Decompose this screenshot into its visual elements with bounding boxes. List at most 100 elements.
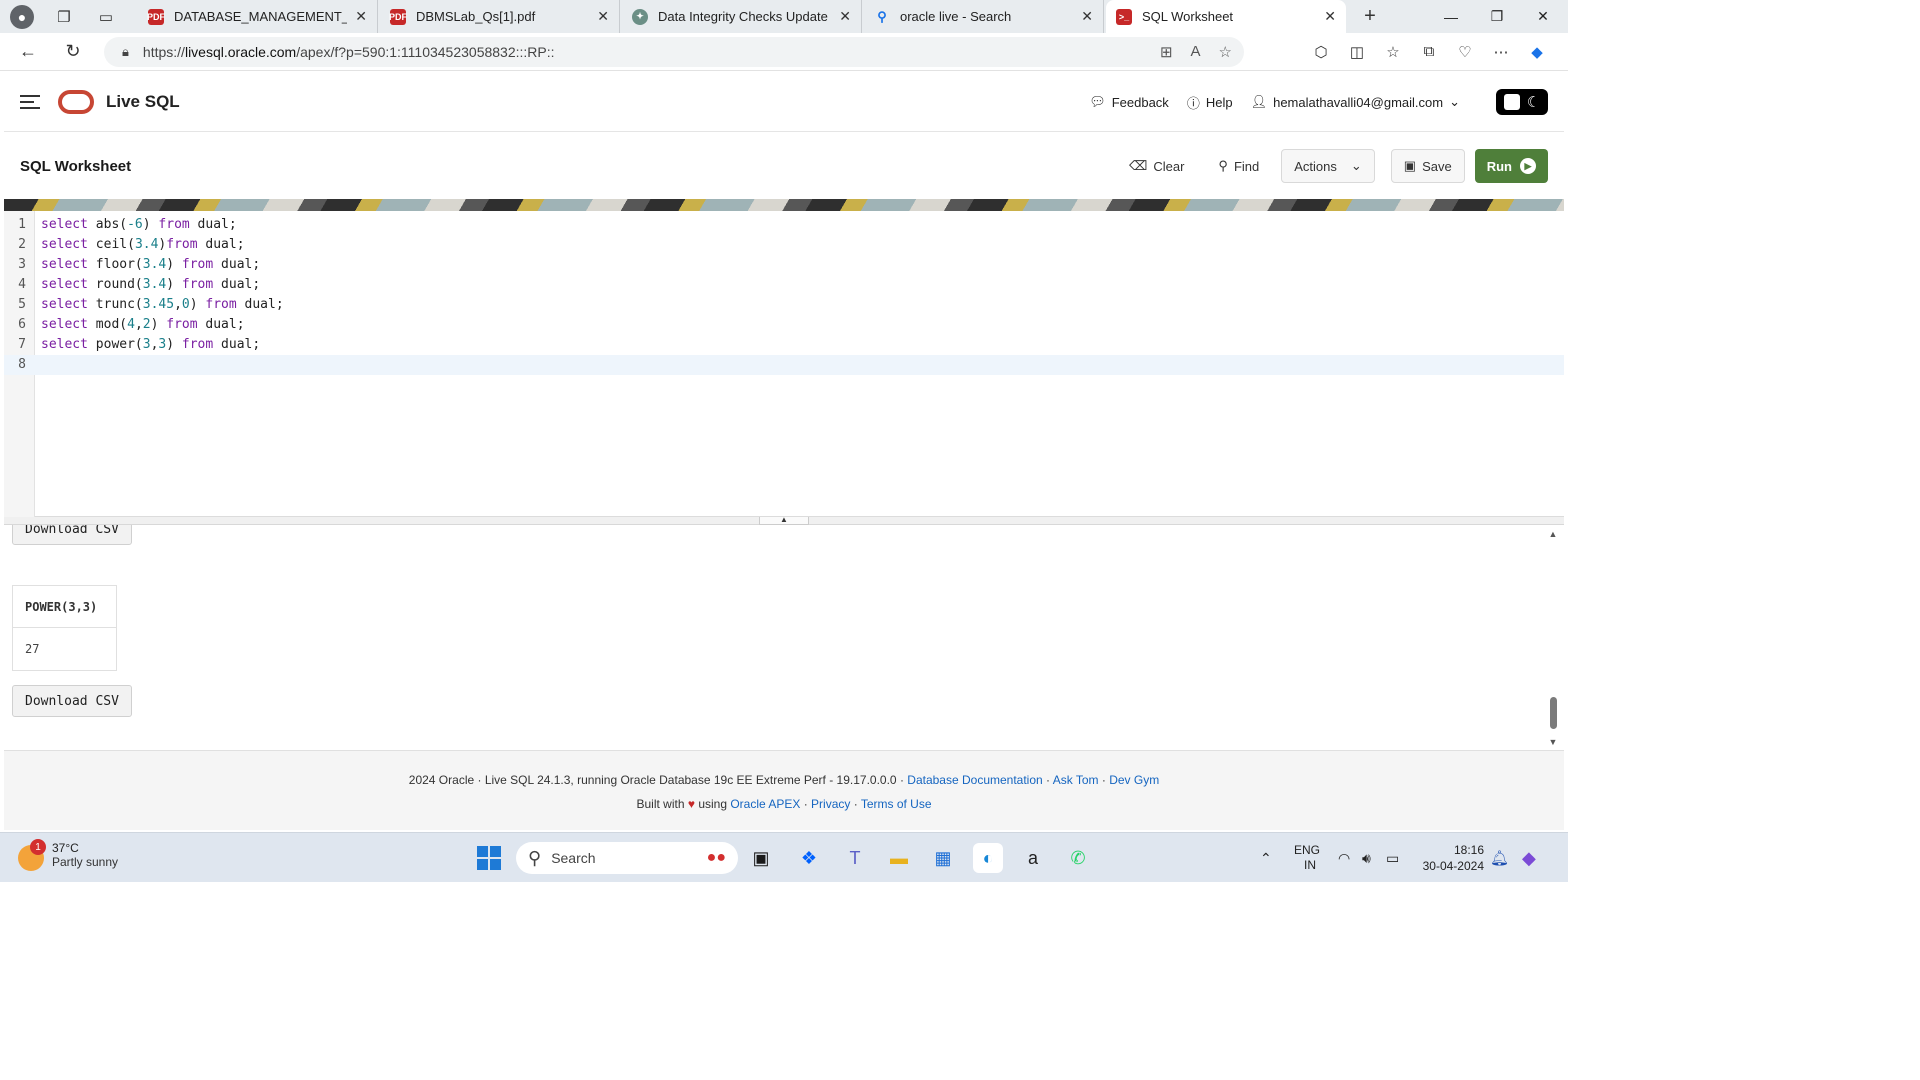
tab-data-integrity[interactable]: ✦ Data Integrity Checks Update ✕ [622,0,862,33]
new-tab-icon[interactable]: + [1354,3,1386,31]
battery-icon[interactable]: ▭ [1386,833,1399,883]
code-line[interactable]: 6 select mod(4,2) from dual; [4,315,1564,335]
language-indicator[interactable]: ENG IN [1294,833,1320,883]
clock[interactable]: 18:16 30-04-2024 [1418,833,1484,883]
favorite-star-icon[interactable]: ☆ [1219,43,1232,61]
code-line[interactable]: 4 select round(3.4) from dual; [4,275,1564,295]
tab-sql-worksheet[interactable]: >_ SQL Worksheet ✕ [1106,0,1346,33]
close-icon[interactable]: ✕ [355,8,367,25]
browser-essentials-icon[interactable]: ♡ [1450,37,1480,67]
code-line-current[interactable]: 8 [4,355,1564,375]
dropbox-icon[interactable]: ❖ [794,843,824,873]
close-icon[interactable]: ✕ [597,8,609,25]
weather-widget[interactable]: 1 37°C Partly sunny [18,839,118,871]
windows-start-icon[interactable] [477,846,501,870]
clear-button[interactable]: ⌫ Clear [1117,149,1196,183]
results-scrollbar[interactable]: ▲ ▼ [1548,529,1558,747]
find-button[interactable]: ⚲ Find [1206,149,1271,183]
user-menu[interactable]: 👤︎ hemalathavalli04@gmail.com ⌄ [1251,94,1460,110]
split-screen-icon[interactable]: ◫ [1342,37,1372,67]
privacy-link[interactable]: Privacy [811,797,850,811]
actions-dropdown[interactable]: Actions ⌄ [1281,149,1375,183]
windows-taskbar: 1 37°C Partly sunny ⚲ Search ●● ▣ ❖ T ▬ … [0,832,1568,882]
back-icon[interactable]: ← [10,37,46,67]
wifi-icon[interactable]: ◠ [1338,833,1350,883]
code-text: select abs(-6) from dual; [41,217,237,232]
terms-of-use-link[interactable]: Terms of Use [861,797,932,811]
microsoft-store-icon[interactable]: ▦ [928,843,958,873]
eraser-icon: ⌫ [1128,158,1148,173]
ask-tom-link[interactable]: Ask Tom [1053,773,1099,787]
browser-tab-strip: ● ❐ ▭ PDF DATABASE_MANAGEMENT_SYST ✕ PDF… [0,0,1568,33]
tab-title: Data Integrity Checks Update [658,9,828,24]
close-icon[interactable]: ✕ [1324,8,1336,25]
download-csv-button[interactable]: Download CSV [12,685,132,717]
teams-icon[interactable]: T [840,843,870,873]
line-number: 5 [18,297,26,312]
code-line[interactable]: 5 select trunc(3.45,0) from dual; [4,295,1564,315]
workspaces-icon[interactable]: ❐ [48,3,80,31]
favorites-icon[interactable]: ☆ [1378,37,1408,67]
run-label: Run [1486,158,1512,174]
notifications-bell-icon[interactable]: 🔔︎ [1490,833,1509,883]
tab-database-management[interactable]: PDF DATABASE_MANAGEMENT_SYST ✕ [138,0,378,33]
search-label: Search [551,850,596,866]
minimize-icon[interactable]: — [1428,0,1474,33]
code-line[interactable]: 1 select abs(-6) from dual; [4,215,1564,235]
download-csv-button[interactable]: Download CSV [12,525,132,545]
theme-toggle[interactable]: ☾ [1496,89,1548,115]
close-icon[interactable]: ✕ [839,8,851,25]
refresh-icon[interactable]: ↻ [55,37,91,67]
oracle-logo[interactable] [58,89,94,114]
task-view-icon[interactable]: ▣ [746,843,776,873]
taskbar-search[interactable]: ⚲ Search ●● [516,842,738,874]
sql-editor[interactable]: 1 select abs(-6) from dual; 2 select cei… [4,211,1564,517]
tab-actions-icon[interactable]: ▭ [90,3,122,31]
tab-title: DATABASE_MANAGEMENT_SYST [174,9,347,24]
tab-dbmslab[interactable]: PDF DBMSLab_Qs[1].pdf ✕ [380,0,620,33]
pane-splitter[interactable]: ▲ [4,516,1564,525]
help-icon: ⓘ [1186,95,1200,111]
database-documentation-link[interactable]: Database Documentation [907,773,1042,787]
scroll-down-icon[interactable]: ▼ [1548,737,1558,747]
save-button[interactable]: ▣ Save [1390,149,1465,183]
copilot-taskbar-icon[interactable]: ◆ [1522,833,1536,883]
dev-gym-link[interactable]: Dev Gym [1109,773,1159,787]
collections-icon[interactable]: ⧉ [1414,37,1444,67]
user-email: hemalathavalli04@gmail.com [1273,94,1444,110]
line-number: 6 [18,317,26,332]
file-explorer-icon[interactable]: ▬ [884,843,914,873]
extensions-icon[interactable]: ⬡ [1306,37,1336,67]
run-button[interactable]: Run ▶ [1474,149,1548,183]
help-link[interactable]: ⓘ Help [1187,93,1233,112]
scroll-up-icon[interactable]: ▲ [1548,529,1558,539]
menu-icon[interactable] [20,94,40,109]
profile-icon[interactable]: ● [10,4,34,29]
download-csv-label: Download CSV [25,525,119,537]
copilot-icon[interactable]: ◆ [1522,37,1552,67]
show-hidden-icons[interactable]: ⌃ [1260,833,1272,883]
tab-oracle-search[interactable]: ⚲ oracle live - Search ✕ [864,0,1104,33]
read-aloud-icon[interactable]: A [1191,43,1201,61]
code-line[interactable]: 3 select floor(3.4) from dual; [4,255,1564,275]
oracle-apex-link[interactable]: Oracle APEX [730,797,800,811]
moon-icon: ☾ [1526,94,1541,111]
scrollbar-thumb[interactable] [1550,697,1557,729]
close-window-icon[interactable]: ✕ [1520,0,1566,33]
code-line[interactable]: 2 select ceil(3.4)from dual; [4,235,1564,255]
amazon-icon[interactable]: a [1018,843,1048,873]
pdf-icon: PDF [389,8,407,25]
app-available-icon[interactable]: ⊞ [1160,43,1173,61]
volume-icon[interactable]: 🔊︎ [1362,833,1371,883]
edge-browser-icon[interactable]: ◐ [973,843,1003,873]
url-field[interactable]: 🔒︎ https://livesql.oracle.com/apex/f?p=5… [104,37,1244,67]
whatsapp-icon[interactable]: ✆ [1063,843,1093,873]
restore-icon[interactable]: ❐ [1474,0,1520,33]
more-menu-icon[interactable]: ⋯ [1486,37,1516,67]
line-number: 1 [18,217,26,232]
close-icon[interactable]: ✕ [1081,8,1093,25]
code-line[interactable]: 7 select power(3,3) from dual; [4,335,1564,355]
collapse-handle-icon[interactable]: ▲ [759,516,809,525]
feedback-link[interactable]: 💬︎ Feedback [1089,94,1169,110]
chevron-down-icon: ⌄ [1449,94,1460,109]
